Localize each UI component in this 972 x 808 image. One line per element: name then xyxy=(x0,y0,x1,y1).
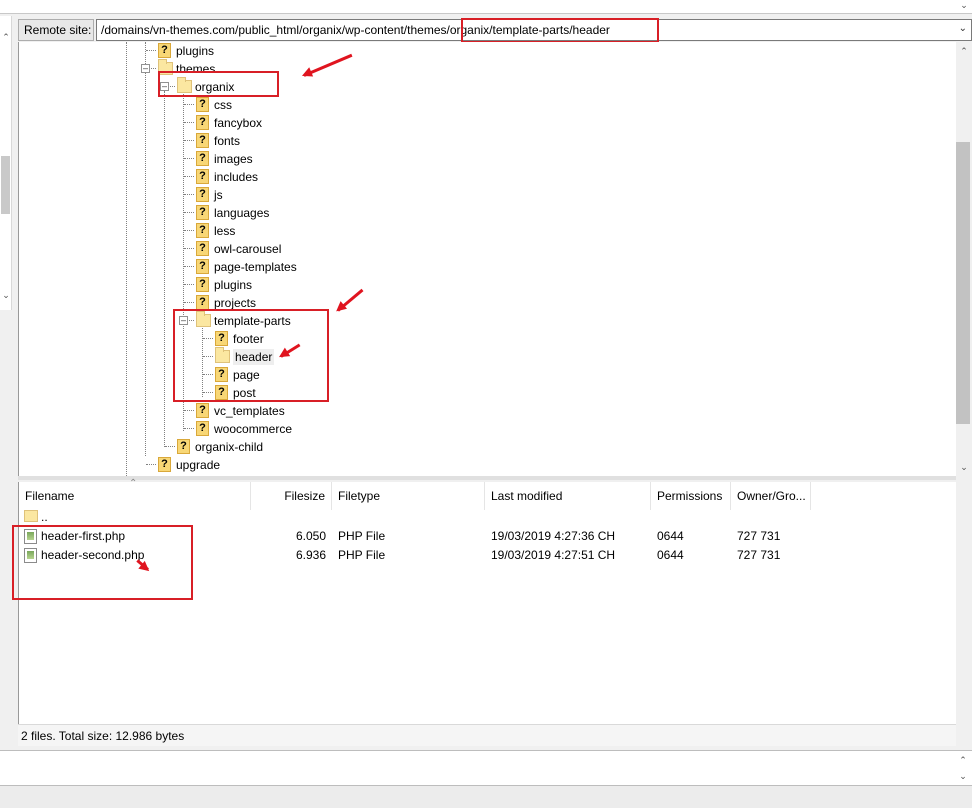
top-panel-strip xyxy=(0,0,972,14)
php-file-icon xyxy=(24,548,37,563)
question-folder-icon: ? xyxy=(196,403,209,418)
scroll-up-icon[interactable]: ⌃ xyxy=(956,755,970,765)
question-folder-icon: ? xyxy=(158,457,171,472)
question-folder-icon: ? xyxy=(196,169,209,184)
file-list-status: 2 files. Total size: 12.986 bytes xyxy=(18,724,956,746)
question-folder-icon: ? xyxy=(196,115,209,130)
scroll-down-icon[interactable]: ⌄ xyxy=(956,0,972,12)
tree-horizontal-scrollbar[interactable] xyxy=(18,476,956,480)
question-folder-icon: ? xyxy=(196,277,209,292)
scroll-down-icon[interactable]: ⌄ xyxy=(1,290,11,300)
question-folder-icon: ? xyxy=(196,187,209,202)
question-folder-icon: ? xyxy=(196,421,209,436)
column-filetype[interactable]: Filetype xyxy=(332,482,485,510)
bottom-strip xyxy=(0,786,972,808)
question-folder-icon: ? xyxy=(196,205,209,220)
collapse-themes-icon[interactable]: – xyxy=(141,64,150,73)
scroll-up-icon[interactable]: ⌃ xyxy=(957,46,971,56)
question-folder-icon: ? xyxy=(215,367,228,382)
tree-scrollbar-thumb[interactable] xyxy=(956,142,970,424)
folder-icon xyxy=(158,59,173,75)
scroll-down-icon[interactable]: ⌄ xyxy=(957,462,971,472)
remote-file-list[interactable]: ⌃ Filename Filesize Filetype Last modifi… xyxy=(18,478,972,746)
file-row[interactable]: header-second.php 6.936 PHP File 19/03/2… xyxy=(19,546,972,565)
scroll-down-icon[interactable]: ⌄ xyxy=(956,771,970,781)
php-file-icon xyxy=(24,529,37,544)
local-tree-scrollbar[interactable]: ⌃ ⌄ xyxy=(0,16,12,310)
question-folder-icon: ? xyxy=(196,133,209,148)
column-filename[interactable]: ⌃ Filename xyxy=(19,478,251,510)
transfer-queue-panel[interactable]: ⌃ ⌄ xyxy=(0,750,972,786)
remote-site-label: Remote site: xyxy=(18,19,94,41)
folder-icon xyxy=(177,77,192,93)
scroll-up-icon[interactable]: ⌃ xyxy=(1,32,11,42)
question-folder-icon: ? xyxy=(196,151,209,166)
folder-icon xyxy=(196,311,211,327)
collapse-organix-icon[interactable]: – xyxy=(160,82,169,91)
question-folder-icon: ? xyxy=(215,385,228,400)
remote-path-text: /domains/vn-themes.com/public_html/organ… xyxy=(101,23,610,37)
folder-icon xyxy=(215,347,230,363)
file-list-scrollbar[interactable] xyxy=(956,482,972,746)
question-folder-icon: ? xyxy=(196,97,209,112)
question-folder-icon: ? xyxy=(196,223,209,238)
chevron-down-icon[interactable]: ⌄ xyxy=(959,23,967,34)
collapse-template-parts-icon[interactable]: – xyxy=(179,316,188,325)
remote-directory-tree[interactable]: – – – ? plugins themes organix ? css ? f… xyxy=(18,42,956,476)
folder-icon xyxy=(24,510,38,522)
remote-site-bar: Remote site: /domains/vn-themes.com/publ… xyxy=(18,19,972,41)
remote-path-combobox[interactable]: /domains/vn-themes.com/public_html/organ… xyxy=(96,19,972,41)
question-folder-icon: ? xyxy=(215,331,228,346)
question-folder-icon: ? xyxy=(196,295,209,310)
column-permissions[interactable]: Permissions xyxy=(651,482,731,510)
column-last-modified[interactable]: Last modified xyxy=(485,482,651,510)
file-list-header: ⌃ Filename Filesize Filetype Last modifi… xyxy=(19,478,972,510)
question-folder-icon: ? xyxy=(196,241,209,256)
question-folder-icon: ? xyxy=(158,43,171,58)
column-owner-group[interactable]: Owner/Gro... xyxy=(731,482,811,510)
scrollbar-thumb[interactable] xyxy=(1,156,10,214)
file-row-parent[interactable]: .. xyxy=(19,508,972,527)
file-row[interactable]: header-first.php 6.050 PHP File 19/03/20… xyxy=(19,527,972,546)
question-folder-icon: ? xyxy=(196,259,209,274)
question-folder-icon: ? xyxy=(177,439,190,454)
column-filesize[interactable]: Filesize xyxy=(251,482,332,510)
sort-asc-icon: ⌃ xyxy=(129,478,138,489)
